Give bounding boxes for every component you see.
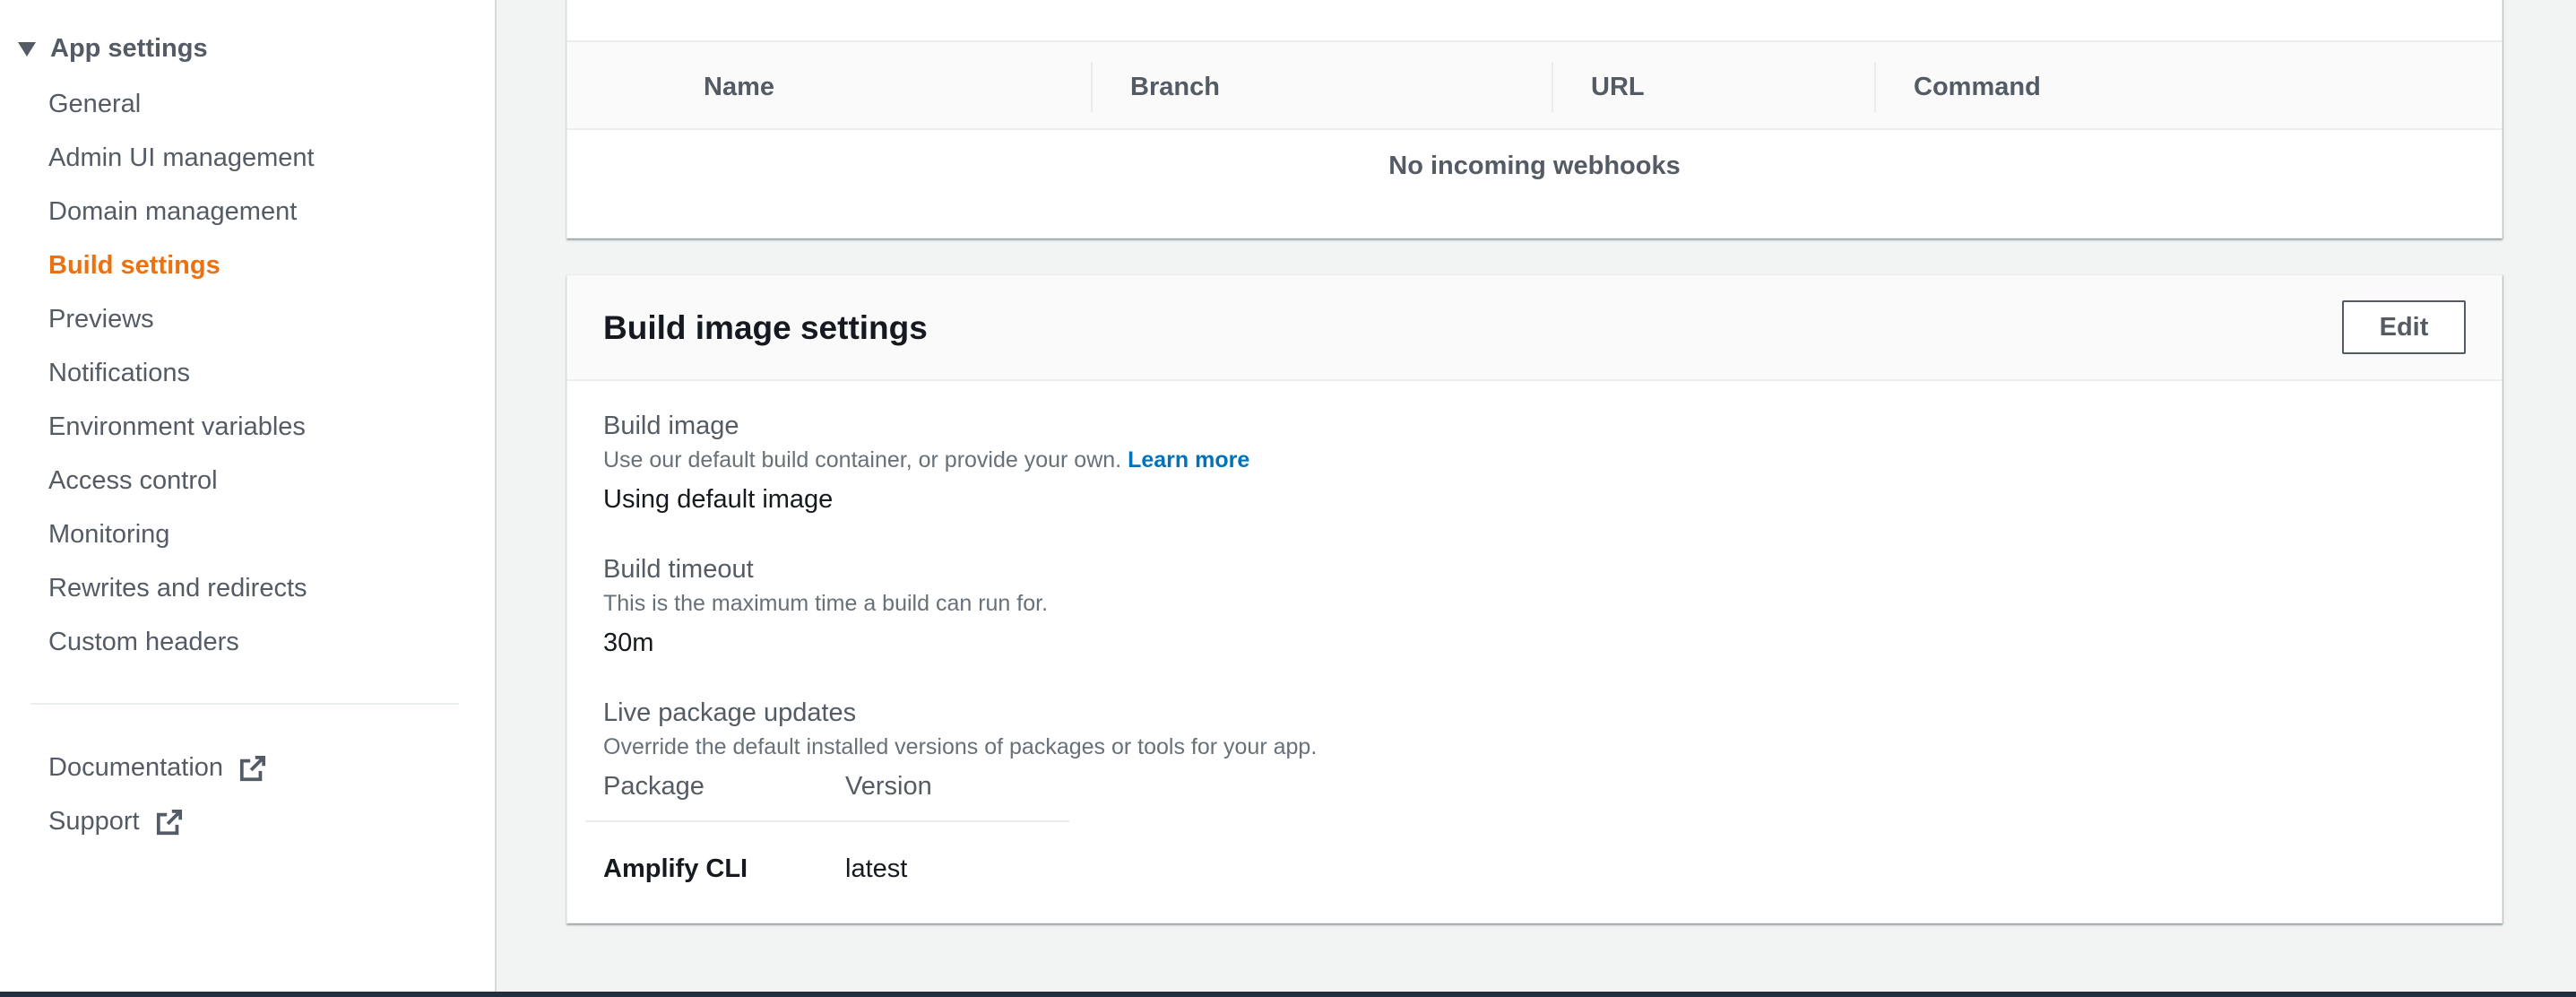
package-name-cell: Amplify CLI	[603, 854, 748, 883]
external-link-icon	[240, 755, 266, 781]
package-version-cell: latest	[845, 854, 908, 883]
incoming-webhooks-card: Name Branch URL Command No incoming webh…	[566, 0, 2503, 238]
sidebar-item-build-settings[interactable]: Build settings	[48, 251, 220, 281]
package-column-header: Package	[603, 772, 705, 801]
sidebar-item-rewrites-and-redirects[interactable]: Rewrites and redirects	[48, 574, 307, 603]
card-title: Build image settings	[603, 309, 928, 346]
sidebar-item-general[interactable]: General	[48, 90, 141, 119]
column-header-url[interactable]: URL	[1552, 62, 1645, 112]
build-timeout-label: Build timeout	[603, 555, 754, 584]
caret-down-icon[interactable]	[18, 41, 36, 56]
build-timeout-description: This is the maximum time a build can run…	[603, 591, 1049, 616]
build-timeout-value: 30m	[603, 629, 654, 657]
sidebar-item-monitoring[interactable]: Monitoring	[48, 520, 169, 550]
edit-button[interactable]: Edit	[2342, 300, 2466, 354]
documentation-link[interactable]: Documentation	[48, 753, 266, 783]
sidebar-item-access-control[interactable]: Access control	[48, 466, 218, 496]
app-settings-header[interactable]: App settings	[18, 34, 208, 64]
sidebar-divider	[30, 703, 459, 705]
sidebar-item-custom-headers[interactable]: Custom headers	[48, 628, 239, 657]
sidebar-item-admin-ui-management[interactable]: Admin UI management	[48, 143, 315, 173]
build-image-description-text: Use our default build container, or prov…	[603, 447, 1122, 472]
live-package-updates-description: Override the default installed versions …	[603, 734, 1318, 759]
main-content: Name Branch URL Command No incoming webh…	[498, 0, 2576, 997]
documentation-label: Documentation	[48, 753, 224, 782]
footer-bar	[0, 992, 2576, 997]
build-image-label: Build image	[603, 412, 739, 440]
build-image-description: Use our default build container, or prov…	[603, 447, 1249, 473]
sidebar-item-environment-variables[interactable]: Environment variables	[48, 412, 306, 442]
column-header-command[interactable]: Command	[1874, 62, 2041, 112]
sidebar-item-notifications[interactable]: Notifications	[48, 359, 190, 388]
package-table-divider	[585, 820, 1069, 822]
webhooks-table-header: Name Branch URL Command	[567, 40, 2502, 130]
sidebar: App settings General Admin UI management…	[0, 0, 497, 997]
webhooks-empty-state: No incoming webhooks	[1388, 152, 1681, 180]
version-column-header: Version	[845, 772, 932, 801]
learn-more-link[interactable]: Learn more	[1128, 447, 1249, 472]
sidebar-item-domain-management[interactable]: Domain management	[48, 197, 297, 227]
build-image-value: Using default image	[603, 485, 834, 514]
sidebar-item-previews[interactable]: Previews	[48, 305, 154, 334]
card-header: Build image settings Edit	[567, 275, 2502, 381]
support-label: Support	[48, 807, 140, 836]
column-header-branch[interactable]: Branch	[1091, 62, 1220, 112]
live-package-updates-label: Live package updates	[603, 698, 857, 727]
support-link[interactable]: Support	[48, 807, 183, 837]
external-link-icon	[156, 809, 182, 835]
build-image-settings-card: Build image settings Edit Build image Us…	[566, 274, 2503, 923]
column-header-name[interactable]: Name	[666, 42, 774, 132]
app-settings-title: App settings	[50, 34, 208, 63]
